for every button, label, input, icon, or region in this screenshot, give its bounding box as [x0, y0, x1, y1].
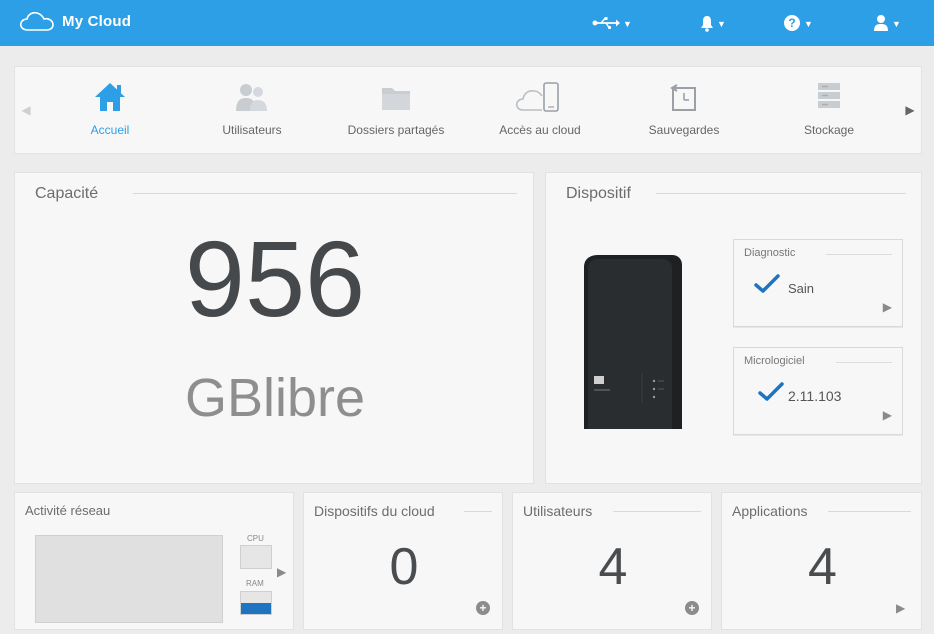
top-bar: My Cloud ▼ ▼ ? ▼ ▼: [0, 0, 934, 46]
card-divider: [826, 254, 892, 255]
applications-panel: Applications 4 ▶: [721, 492, 922, 630]
panel-divider: [613, 511, 701, 512]
firmware-title: Micrologiciel: [744, 355, 811, 367]
brand[interactable]: My Cloud: [18, 9, 131, 33]
bell-icon: [701, 15, 713, 32]
cloud-devices-panel: Dispositifs du cloud 0 +: [303, 492, 503, 630]
backup-icon: [670, 84, 696, 111]
panel-divider: [464, 511, 492, 512]
cloud-devices-title: Dispositifs du cloud: [314, 503, 447, 519]
firmware-card[interactable]: Micrologiciel 2.11.103 ▶: [733, 347, 903, 435]
panel-divider: [656, 193, 906, 194]
nav-scroll-left-button[interactable]: ◀: [15, 67, 37, 153]
network-graph: [35, 535, 223, 623]
nav-label: Accès au cloud: [499, 123, 581, 137]
nav-item-users[interactable]: Utilisateurs: [187, 67, 317, 153]
home-icon: [95, 83, 125, 111]
chevron-down-icon: ▼: [623, 18, 632, 29]
users-icon: [236, 84, 267, 111]
help-icon: ?: [784, 15, 800, 31]
network-title: Activité réseau: [25, 503, 123, 518]
capacity-unit: GBlibre: [184, 368, 366, 428]
add-user-button[interactable]: +: [685, 601, 699, 615]
nas-device-image: [584, 255, 682, 429]
users-count: 4: [598, 538, 628, 596]
nav-label: Dossiers partagés: [347, 123, 445, 137]
cpu-meter: [240, 545, 272, 569]
add-cloud-device-button[interactable]: +: [476, 601, 490, 615]
user-icon: [874, 15, 888, 31]
chevron-down-icon: ▼: [804, 18, 813, 29]
brand-name: My Cloud: [62, 12, 132, 30]
nav-scroll-right-button[interactable]: ▶: [899, 67, 921, 153]
nav-label: Utilisateurs: [222, 123, 282, 137]
applications-count: 4: [808, 538, 837, 596]
nav-label: Sauvegardes: [648, 123, 720, 137]
users-title: Utilisateurs: [523, 503, 605, 519]
applications-details-arrow[interactable]: ▶: [896, 601, 905, 615]
notifications-button[interactable]: ▼: [700, 10, 726, 36]
diagnostic-card[interactable]: Diagnostic Sain ▶: [733, 239, 903, 327]
capacity-title: Capacité: [35, 185, 111, 203]
applications-title: Applications: [732, 503, 820, 519]
users-panel: Utilisateurs 4 +: [512, 492, 712, 630]
cloud-device-icon: [515, 82, 559, 112]
check-icon: [758, 382, 784, 401]
check-icon: [754, 274, 780, 293]
capacity-panel: Capacité 956 GBlibre: [14, 172, 534, 484]
panel-divider: [828, 511, 911, 512]
main-nav: ◀ Accueil Utilisateurs Dossiers partagés…: [14, 66, 922, 154]
user-menu-button[interactable]: ▼: [873, 10, 901, 36]
chevron-right-icon: ▶: [882, 408, 892, 422]
cloud-icon: [19, 11, 54, 31]
panel-divider: [133, 193, 517, 194]
capacity-value: 956: [184, 218, 366, 339]
device-title: Dispositif: [566, 185, 643, 203]
chevron-down-icon: ▼: [717, 18, 726, 29]
ram-meter: [240, 591, 272, 615]
nav-item-home[interactable]: Accueil: [45, 67, 175, 153]
nav-label: Stockage: [803, 123, 855, 137]
usb-icon: [592, 17, 620, 30]
chevron-left-icon: ◀: [21, 103, 31, 117]
ram-meter-fill: [241, 603, 271, 614]
svg-text:?: ?: [788, 16, 795, 30]
network-activity-panel: Activité réseau CPU RAM ▶: [14, 492, 294, 630]
device-panel: Dispositif Diagnostic Sain ▶ Micrologici…: [545, 172, 922, 484]
folder-icon: [382, 88, 410, 110]
storage-icon: [818, 83, 840, 108]
network-details-arrow[interactable]: ▶: [277, 565, 286, 579]
nav-item-cloud-access[interactable]: Accès au cloud: [475, 67, 605, 153]
diagnostic-status: Sain: [788, 281, 815, 296]
diagnostic-title: Diagnostic: [744, 247, 802, 259]
ram-label: RAM: [246, 579, 264, 588]
cloud-devices-count: 0: [389, 538, 419, 596]
chevron-down-icon: ▼: [892, 18, 901, 29]
firmware-version: 2.11.103: [788, 388, 842, 404]
help-button[interactable]: ? ▼: [783, 10, 813, 36]
cpu-label: CPU: [247, 534, 264, 543]
nav-item-shared-folders[interactable]: Dossiers partagés: [331, 67, 461, 153]
plus-icon: +: [479, 601, 487, 615]
card-divider: [836, 362, 892, 363]
nav-item-storage[interactable]: Stockage: [764, 67, 894, 153]
chevron-right-icon: ▶: [882, 300, 892, 314]
plus-icon: +: [688, 601, 696, 615]
usb-menu-button[interactable]: ▼: [592, 10, 632, 36]
nav-label: Accueil: [90, 123, 130, 137]
chevron-right-icon: ▶: [905, 103, 915, 117]
nav-item-backups[interactable]: Sauvegardes: [619, 67, 749, 153]
